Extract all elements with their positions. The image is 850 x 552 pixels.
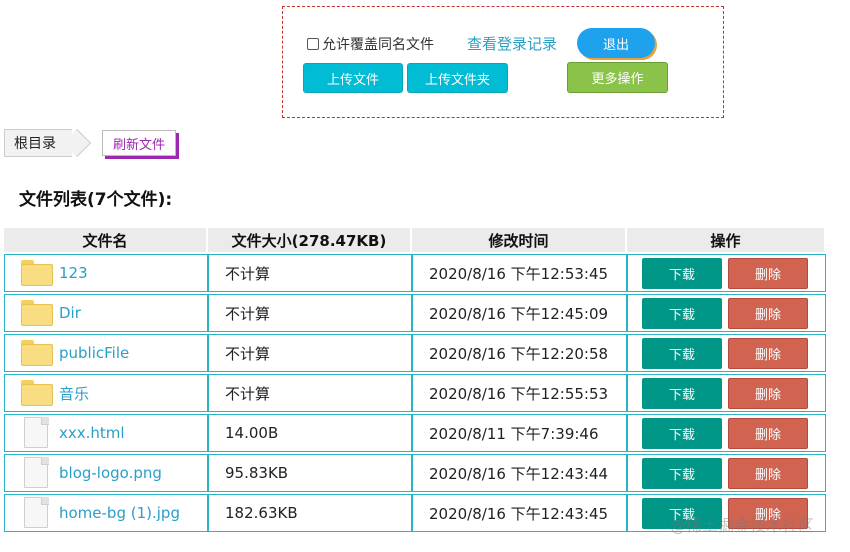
table-row: 123 不计算 2020/8/16 下午12:53:45 下载 删除	[4, 254, 826, 292]
table-row: blog-logo.png 95.83KB 2020/8/16 下午12:43:44…	[4, 454, 826, 492]
download-button[interactable]: 下载	[642, 257, 722, 289]
file-name-link[interactable]: home-bg (1).jpg	[59, 504, 180, 522]
time-cell: 2020/8/16 下午12:45:09	[412, 294, 627, 332]
action-cell: 下载 删除	[627, 294, 826, 332]
download-button[interactable]: 下载	[642, 297, 722, 329]
delete-button[interactable]: 删除	[728, 337, 808, 369]
delete-button[interactable]: 删除	[728, 377, 808, 409]
download-button[interactable]: 下载	[642, 337, 722, 369]
action-cell: 下载 删除	[627, 254, 826, 292]
size-cell: 不计算	[208, 294, 412, 332]
header-name: 文件名	[4, 228, 208, 252]
file-name-link[interactable]: blog-logo.png	[59, 464, 162, 482]
header-action: 操作	[627, 228, 826, 252]
table-header-row: 文件名 文件大小(278.47KB) 修改时间 操作	[4, 228, 826, 252]
folder-icon	[21, 300, 53, 326]
size-cell: 不计算	[208, 334, 412, 372]
file-icon	[24, 457, 50, 489]
size-cell: 14.00B	[208, 414, 412, 452]
folder-icon	[21, 380, 53, 406]
time-cell: 2020/8/16 下午12:20:58	[412, 334, 627, 372]
delete-button[interactable]: 删除	[728, 457, 808, 489]
name-cell: blog-logo.png	[4, 454, 208, 492]
file-list-title: 文件列表(7个文件):	[19, 190, 173, 210]
table-row: xxx.html 14.00B 2020/8/11 下午7:39:46 下载 删除	[4, 414, 826, 452]
download-button[interactable]: 下载	[642, 457, 722, 489]
download-button[interactable]: 下载	[642, 417, 722, 449]
table-row: 音乐 不计算 2020/8/16 下午12:55:53 下载 删除	[4, 374, 826, 412]
folder-icon	[21, 260, 53, 286]
more-actions-button[interactable]: 更多操作	[567, 62, 668, 93]
overwrite-label: 允许覆盖同名文件	[322, 37, 434, 53]
name-cell: 音乐	[4, 374, 208, 412]
action-cell: 下载 删除	[627, 454, 826, 492]
refresh-files-button[interactable]: 刷新文件	[102, 130, 176, 156]
control-panel: 允许覆盖同名文件 查看登录记录 退出 上传文件 上传文件夹 更多操作	[282, 6, 724, 118]
download-button[interactable]: 下载	[642, 377, 722, 409]
folder-icon	[21, 340, 53, 366]
delete-button[interactable]: 删除	[728, 297, 808, 329]
size-cell: 不计算	[208, 254, 412, 292]
time-cell: 2020/8/16 下午12:53:45	[412, 254, 627, 292]
header-time: 修改时间	[412, 228, 627, 252]
file-name-link[interactable]: publicFile	[59, 344, 129, 362]
overwrite-checkbox[interactable]	[307, 38, 319, 50]
time-cell: 2020/8/16 下午12:43:45	[412, 494, 627, 532]
name-cell: home-bg (1).jpg	[4, 494, 208, 532]
name-cell: xxx.html	[4, 414, 208, 452]
size-cell: 182.63KB	[208, 494, 412, 532]
file-table-body: 123 不计算 2020/8/16 下午12:53:45 下载 删除 Dir 不计算 2020…	[4, 254, 826, 532]
action-cell: 下载 删除	[627, 414, 826, 452]
file-icon	[24, 417, 50, 449]
name-cell: Dir	[4, 294, 208, 332]
logout-button[interactable]: 退出	[577, 28, 655, 58]
name-cell: 123	[4, 254, 208, 292]
breadcrumb-root[interactable]: 根目录	[4, 129, 72, 157]
action-cell: 下载 删除	[627, 374, 826, 412]
size-cell: 95.83KB	[208, 454, 412, 492]
size-cell: 不计算	[208, 374, 412, 412]
table-row: publicFile 不计算 2020/8/16 下午12:20:58 下载 删除	[4, 334, 826, 372]
overwrite-option[interactable]: 允许覆盖同名文件	[307, 34, 434, 54]
watermark: @稀土掘金技术社区	[670, 516, 815, 535]
file-name-link[interactable]: 123	[59, 264, 88, 282]
file-table: 文件名 文件大小(278.47KB) 修改时间 操作 123 不计算 2020/8/…	[4, 226, 826, 534]
file-icon	[24, 497, 50, 529]
time-cell: 2020/8/16 下午12:55:53	[412, 374, 627, 412]
action-cell: 下载 删除	[627, 334, 826, 372]
delete-button[interactable]: 删除	[728, 417, 808, 449]
file-name-link[interactable]: 音乐	[59, 383, 89, 404]
table-row: Dir 不计算 2020/8/16 下午12:45:09 下载 删除	[4, 294, 826, 332]
login-history-link[interactable]: 查看登录记录	[467, 33, 557, 54]
upload-file-button[interactable]: 上传文件	[303, 63, 403, 93]
name-cell: publicFile	[4, 334, 208, 372]
upload-folder-button[interactable]: 上传文件夹	[407, 63, 508, 93]
delete-button[interactable]: 删除	[728, 257, 808, 289]
file-name-link[interactable]: Dir	[59, 304, 81, 322]
time-cell: 2020/8/11 下午7:39:46	[412, 414, 627, 452]
file-name-link[interactable]: xxx.html	[59, 424, 125, 442]
header-size: 文件大小(278.47KB)	[208, 228, 412, 252]
time-cell: 2020/8/16 下午12:43:44	[412, 454, 627, 492]
